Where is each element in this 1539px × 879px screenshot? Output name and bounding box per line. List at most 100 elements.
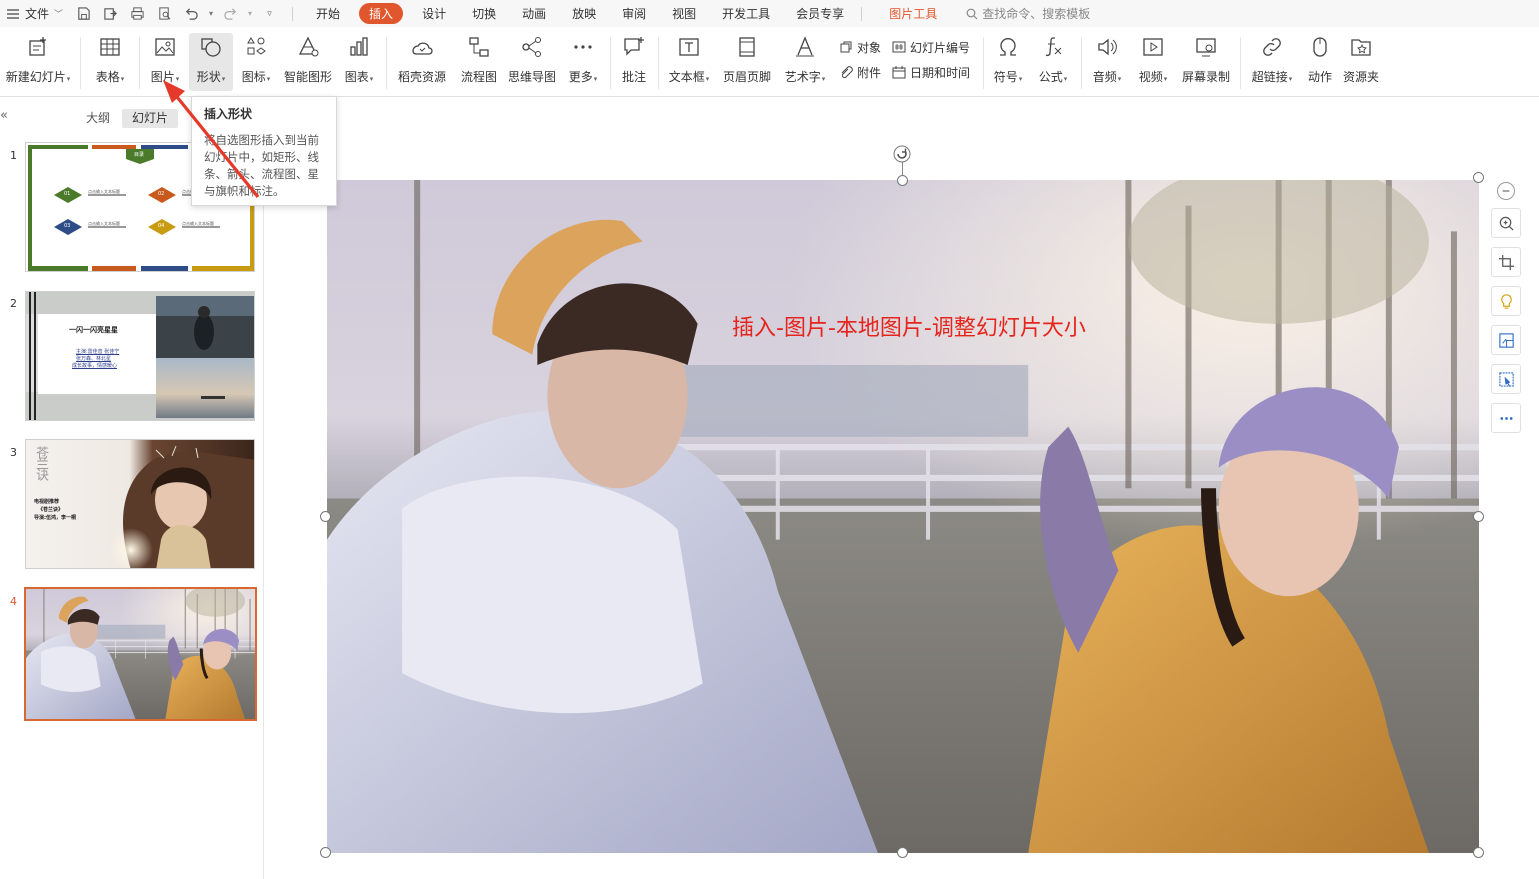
save-button[interactable] <box>71 2 96 26</box>
picture-edit-button[interactable] <box>1491 364 1521 394</box>
resize-handle-top-center[interactable] <box>897 175 908 186</box>
table-label: 表格▾ <box>95 70 125 84</box>
tab-animation[interactable]: 动画 <box>509 0 559 27</box>
docer-icon <box>412 42 433 55</box>
new-slide-icon <box>29 37 46 56</box>
symbol-button[interactable]: 符号▾ <box>988 33 1028 91</box>
resource-folder-button[interactable]: 资源夹 <box>1340 33 1382 91</box>
print-preview-button[interactable] <box>152 2 177 26</box>
rotate-handle[interactable] <box>893 145 911 163</box>
textbox-button[interactable]: 文本框▾ <box>664 33 714 91</box>
ribbon-separator <box>386 37 387 89</box>
command-search[interactable]: 查找命令、搜索模板 <box>966 5 1090 22</box>
slide-2-title: 一闪一闪亮星星 <box>69 326 118 334</box>
collapse-pane-button[interactable]: « <box>0 108 8 123</box>
print-button[interactable] <box>125 2 150 26</box>
tooltip-title: 插入形状 <box>204 107 253 121</box>
tab-label: 放映 <box>572 7 597 21</box>
tab-picture-tools[interactable]: 图片工具 <box>876 0 950 27</box>
new-slide-button[interactable]: 新建幻灯片▾ <box>2 33 74 91</box>
resize-handle-bottom-right[interactable] <box>1473 847 1484 858</box>
formula-button[interactable]: 公式▾ <box>1033 33 1073 91</box>
tooltip-body: 将自选图形插入到当前幻灯片中，如矩形、线条、箭头、流程图、星与旗帜和标注。 <box>204 133 319 198</box>
overlay-caption[interactable]: 插入-图片-本地图片-调整幻灯片大小 <box>732 310 1086 342</box>
tab-transition[interactable]: 切换 <box>459 0 509 27</box>
docer-resource-button[interactable]: 稻壳资源 <box>394 33 450 91</box>
docer-label: 稻壳资源 <box>397 70 446 84</box>
tab-home[interactable]: 开始 <box>303 0 353 27</box>
picture-to-text-button[interactable] <box>1491 325 1521 355</box>
tab-slideshow[interactable]: 放映 <box>559 0 609 27</box>
smartart-button[interactable]: 智能图形 <box>281 33 335 91</box>
zoom-in-icon <box>1499 216 1514 231</box>
file-menu[interactable]: 文件 ﹀ <box>0 0 71 27</box>
undo-button[interactable] <box>179 2 204 26</box>
flowchart-button[interactable]: 流程图 <box>457 33 501 91</box>
tab-outline[interactable]: 大纲 <box>76 109 120 128</box>
video-label: 视频▾ <box>1138 70 1168 84</box>
screen-record-button[interactable]: 屏幕录制 <box>1180 33 1232 91</box>
ribbon-separator <box>1081 37 1082 89</box>
smart-suggest-button[interactable] <box>1491 286 1521 316</box>
photo-couple-in-snow <box>327 180 1479 853</box>
object-button[interactable]: 对象 <box>839 37 881 57</box>
hyperlink-button[interactable]: 超链接▾ <box>1248 33 1296 91</box>
action-button[interactable]: 动作 <box>1303 33 1337 91</box>
action-label: 动作 <box>1307 70 1332 84</box>
tab-insert[interactable]: 插入 <box>353 0 409 27</box>
undo-dropdown-button[interactable]: ▾ <box>206 2 216 26</box>
label-text: 图片 <box>150 70 175 84</box>
shape-button[interactable]: 形状▾ <box>189 33 233 91</box>
export-button[interactable] <box>98 2 123 26</box>
tab-member[interactable]: 会员专享 <box>783 0 857 27</box>
resize-handle-bottom-left[interactable] <box>320 847 331 858</box>
star-folder-icon <box>1351 39 1371 56</box>
formula-label: 公式▾ <box>1038 70 1068 84</box>
mindmap-button[interactable]: 思维导图 <box>505 33 559 91</box>
icons-icon <box>247 37 266 55</box>
resize-handle-bottom-center[interactable] <box>897 847 908 858</box>
resize-handle-top-right[interactable] <box>1473 172 1484 183</box>
attachment-button[interactable]: 附件 <box>839 62 881 82</box>
slide-1-item-text: 点击输入文本标题 <box>88 189 120 194</box>
tab-developer[interactable]: 开发工具 <box>709 0 783 27</box>
resize-handle-middle-left[interactable] <box>320 511 331 522</box>
wordart-icon <box>796 36 814 57</box>
tab-review[interactable]: 审阅 <box>609 0 659 27</box>
label-text: 公式 <box>1038 70 1063 84</box>
more-tools-button[interactable] <box>1491 403 1521 433</box>
picture-text-icon <box>1498 332 1514 348</box>
video-button[interactable]: 视频▾ <box>1133 33 1173 91</box>
selected-picture[interactable]: 插入-图片-本地图片-调整幻灯片大小 <box>327 180 1479 853</box>
comment-button[interactable]: 批注 <box>616 33 652 91</box>
chart-button[interactable]: 图表▾ <box>339 33 379 91</box>
date-time-button[interactable]: 日期和时间 <box>892 62 970 82</box>
label-text: 新建幻灯片 <box>5 70 66 84</box>
wordart-button[interactable]: 艺术字▾ <box>780 33 830 91</box>
slide-thumbnail-4[interactable] <box>24 587 257 721</box>
tab-label: 动画 <box>522 7 547 21</box>
table-button[interactable]: 表格▾ <box>90 33 130 91</box>
crop-button[interactable] <box>1491 247 1521 277</box>
resize-handle-middle-right[interactable] <box>1473 511 1484 522</box>
minimize-toolbar-button[interactable] <box>1497 182 1515 200</box>
slide-1-item-text: 点击输入文本标题 <box>182 221 214 226</box>
slide-thumbnail-2[interactable]: 一闪一闪亮星星 主演:雷佳音 张佳宁 张万森、林北星 成长故事，情感暖心 <box>25 291 255 421</box>
more-button[interactable]: 更多▾ <box>563 33 603 91</box>
audio-button[interactable]: 音频▾ <box>1087 33 1127 91</box>
slide-thumbnail-3[interactable]: 苍兰诀 电视剧推荐 《苍兰诀》 导演:伍鸿，李一桐 <box>25 439 255 569</box>
customize-toolbar-button[interactable]: ▿ <box>257 2 282 26</box>
tab-label: 开发工具 <box>722 7 771 21</box>
redo-dropdown-button[interactable]: ▾ <box>245 2 255 26</box>
picture-button[interactable]: 图片▾ <box>145 33 185 91</box>
tab-view[interactable]: 视图 <box>659 0 709 27</box>
header-footer-button[interactable]: 页眉页脚 <box>720 33 774 91</box>
tab-design[interactable]: 设计 <box>409 0 459 27</box>
zoom-button[interactable] <box>1491 208 1521 238</box>
tab-slides[interactable]: 幻灯片 <box>122 109 179 128</box>
redo-button[interactable] <box>218 2 243 26</box>
slide-number-button[interactable]: 幻灯片编号 <box>892 37 970 57</box>
attachment-label: 附件 <box>857 65 882 80</box>
video-icon <box>1143 38 1163 56</box>
icon-button[interactable]: 图标▾ <box>236 33 276 91</box>
